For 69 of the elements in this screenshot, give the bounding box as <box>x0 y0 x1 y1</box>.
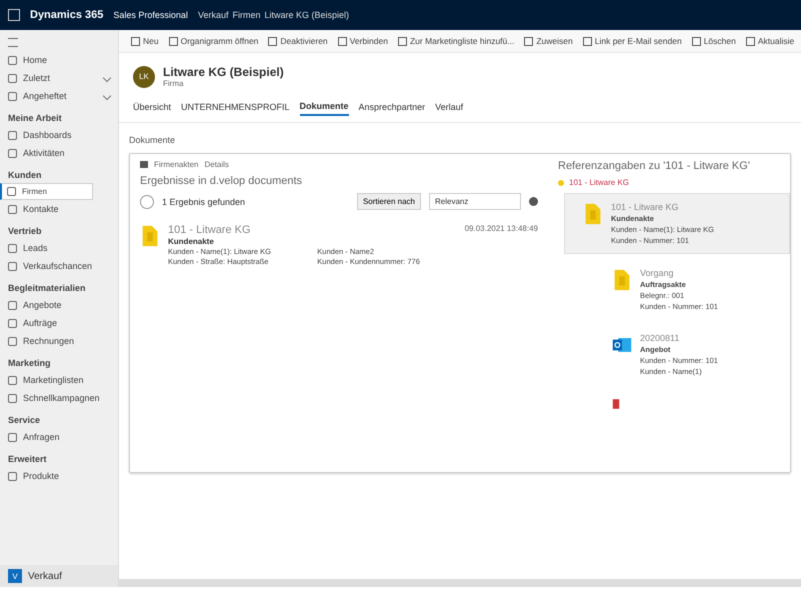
nav-item[interactable]: Schnellkampagnen <box>0 389 118 407</box>
menu-icon[interactable] <box>8 38 18 47</box>
record-avatar: LK <box>133 66 155 88</box>
refresh-button[interactable] <box>140 194 154 208</box>
toolbar-button[interactable]: Organigramm öffnen <box>166 34 260 48</box>
toolbar-button[interactable]: Verbinden <box>336 34 390 48</box>
sort-select[interactable]: Relevanz <box>429 193 521 210</box>
area-switcher[interactable]: V Verkauf <box>0 565 118 587</box>
breadcrumb-item[interactable]: Firmen <box>232 10 260 20</box>
nav-group-title: Begleitmaterialien <box>7 282 87 295</box>
reference-title: 101 - Litware KG <box>611 202 680 212</box>
tab[interactable]: Ansprechpartner <box>358 98 426 116</box>
result-date: 09.03.2021 13:48:49 <box>464 224 538 235</box>
nav-item[interactable]: Marketinglisten <box>0 371 118 389</box>
nav-item[interactable]: Kontakte <box>0 200 118 218</box>
nav-item[interactable]: Angeheftet <box>0 87 118 105</box>
nav-item[interactable]: Firmen <box>0 183 93 200</box>
folder-icon <box>612 268 632 292</box>
folder-icon <box>583 202 603 226</box>
nav-group-title: Service <box>7 414 42 427</box>
nav-item[interactable]: Aufträge <box>0 314 118 332</box>
nav-item[interactable]: Verkaufschancen <box>0 257 118 275</box>
nav-item[interactable]: Leads <box>0 239 118 257</box>
breadcrumb-item[interactable]: Firmenakten <box>154 160 198 169</box>
results-title: Ergebnisse in d.velop documents <box>140 175 302 187</box>
nav-group-title: Erweitert <box>7 453 48 466</box>
toolbar-button[interactable]: Aktualisie <box>744 34 796 48</box>
nav-group-title: Vertrieb <box>7 225 43 238</box>
toolbar-button[interactable]: Zuweisen <box>522 34 575 48</box>
sort-button[interactable]: Sortieren nach <box>356 193 421 210</box>
nav-item[interactable]: Angebote <box>0 296 118 314</box>
results-count: 1 Ergebnis gefunden <box>162 196 246 206</box>
nav-item[interactable]: Rechnungen <box>0 332 118 350</box>
section-title: Dokumente <box>129 134 176 147</box>
toolbar-button[interactable]: Link per E-Mail senden <box>580 34 684 48</box>
nav-group-title: Marketing <box>7 357 52 370</box>
nav-group-title: Kunden <box>7 169 42 182</box>
toolbar-button[interactable]: Deaktivieren <box>266 34 330 48</box>
result-category: Kundenakte <box>168 237 215 246</box>
tab[interactable]: Verlauf <box>435 98 464 116</box>
nav-item[interactable]: Produkte <box>0 467 118 485</box>
toolbar-button[interactable]: Löschen <box>690 34 738 48</box>
app-launcher-icon[interactable] <box>8 9 20 21</box>
nav-item[interactable]: Aktivitäten <box>0 144 118 162</box>
tab[interactable]: UNTERNEHMENSPROFIL <box>181 98 290 116</box>
nav-item[interactable]: Dashboards <box>0 126 118 144</box>
reference-title: 20200811 <box>640 333 680 343</box>
area-name[interactable]: Sales Professional <box>113 10 188 20</box>
result-title: 101 - Litware KG <box>168 224 252 236</box>
breadcrumb-item[interactable]: Verkauf <box>198 10 228 20</box>
record-title: Litware KG (Beispiel) <box>163 65 284 79</box>
tab[interactable]: Dokumente <box>300 98 349 116</box>
nav-group-title: Meine Arbeit <box>7 112 63 125</box>
toolbar-button[interactable]: Zur Marketingliste hinzufü... <box>396 34 516 48</box>
settings-icon[interactable] <box>529 197 538 206</box>
folder-icon <box>140 224 160 248</box>
app-name[interactable]: Dynamics 365 <box>30 9 104 21</box>
breadcrumb-item[interactable]: Details <box>204 160 229 169</box>
toolbar-button[interactable]: Neu <box>129 34 161 48</box>
reference-title: Vorgang <box>640 268 675 278</box>
tab[interactable]: Übersicht <box>133 98 172 116</box>
nav-item[interactable]: Zuletzt <box>0 69 118 87</box>
pdf-icon <box>612 398 620 410</box>
nav-item[interactable]: Anfragen <box>0 428 118 446</box>
references-title: Referenzangaben zu '101 - Litware KG' <box>558 160 750 172</box>
nav-item[interactable]: Home <box>0 51 118 69</box>
record-type: Firma <box>163 79 184 88</box>
reference-root[interactable]: 101 - Litware KG <box>569 178 630 187</box>
breadcrumb-item[interactable]: Litware KG (Beispiel) <box>264 10 350 20</box>
